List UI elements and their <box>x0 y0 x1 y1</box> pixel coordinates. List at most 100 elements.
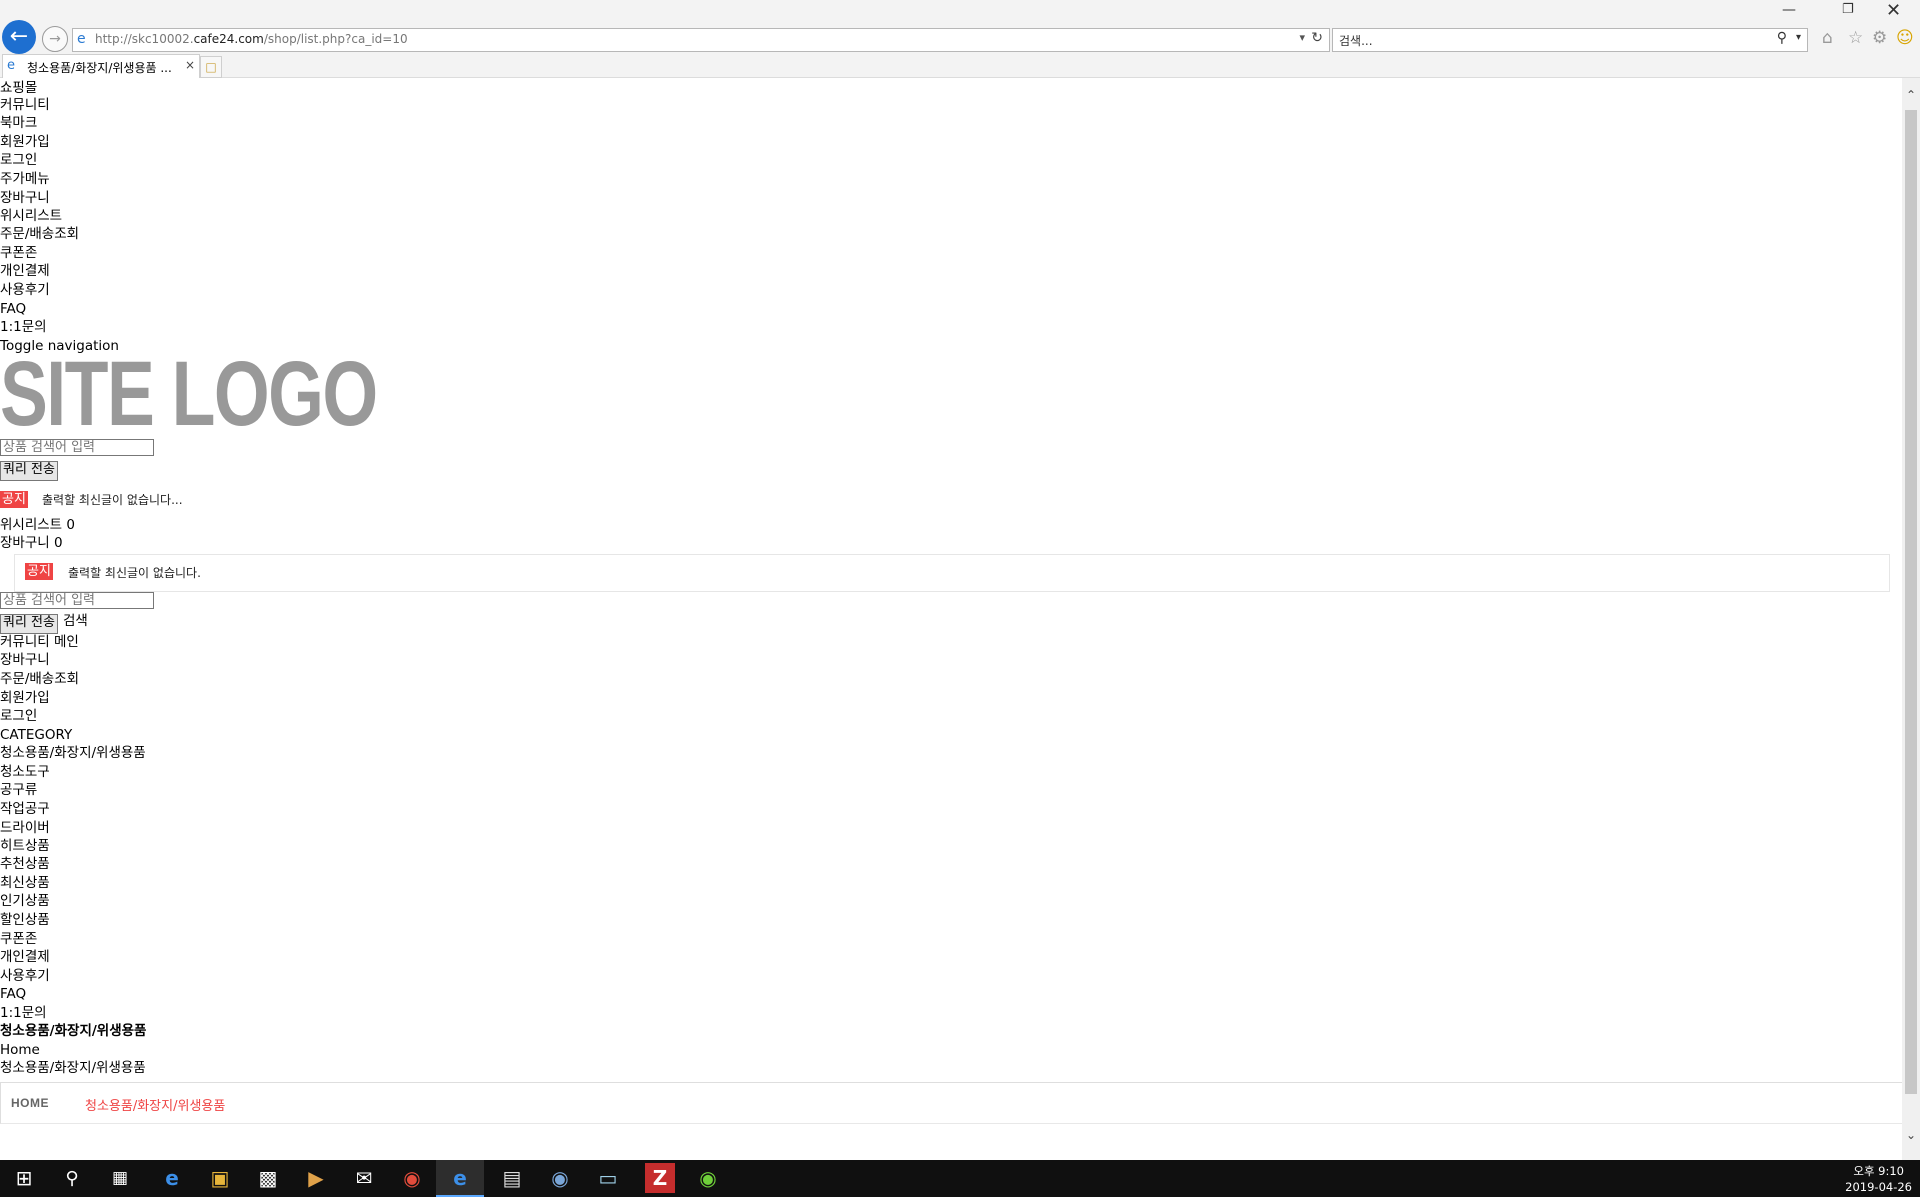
browser-tab-active[interactable]: e 청소용품/화장지/위생용품 ... × <box>2 54 200 78</box>
notice-badge: 공지 <box>0 491 28 508</box>
ie-page-icon: e <box>77 31 86 47</box>
terminal-icon[interactable]: ▤ <box>488 1160 536 1197</box>
top-menu-faq[interactable]: FAQ <box>0 301 26 318</box>
refresh-icon[interactable]: ↻ <box>1311 30 1323 46</box>
current-category-link[interactable]: 청소용품/화장지/위생용품 <box>0 1060 146 1077</box>
search-dropdown-icon[interactable]: ▾ <box>1796 32 1801 43</box>
search-input-2[interactable] <box>0 592 154 609</box>
notice-box <box>14 554 1890 592</box>
scroll-up-icon[interactable]: ⌃ <box>1902 88 1920 102</box>
windows-taskbar: ⊞ ⚲ ▦ e ▣ ▩ ▶ ✉ ◉ e ▤ ◉ ▭ Z ◉ 오후 9:10 20… <box>0 1160 1920 1197</box>
top-menu-cart[interactable]: 장바구니 <box>0 190 50 207</box>
address-url[interactable]: http://skc10002.cafe24.com/shop/list.php… <box>95 32 408 46</box>
category-heading: CATEGORY <box>0 727 73 743</box>
forward-arrow-icon[interactable]: → <box>42 26 68 52</box>
favorites-star-icon[interactable]: ☆ <box>1848 28 1863 48</box>
app-icon[interactable]: ◉ <box>536 1160 584 1197</box>
category-item[interactable]: 청소도구 <box>0 764 50 781</box>
top-menu-shoppingmall[interactable]: 쇼핑몰 <box>0 80 37 97</box>
back-arrow-icon[interactable]: ← <box>2 20 36 54</box>
top-menu-extra[interactable]: 주가메뉴 <box>0 171 50 188</box>
category-item[interactable]: 공구류 <box>0 782 37 799</box>
category-item[interactable]: 히트상품 <box>0 838 50 855</box>
category-item[interactable]: 개인결제 <box>0 949 50 966</box>
page-title: 청소용품/화장지/위생용품 <box>0 1023 147 1039</box>
smiley-feedback-icon[interactable]: ☺ <box>1896 28 1914 48</box>
page-viewport: 쇼핑몰 커뮤니티 북마크 회원가입 로그인 주가메뉴 장바구니 위시리스트 주문… <box>0 78 1902 1160</box>
category-item[interactable]: FAQ <box>0 986 26 1003</box>
site-logo[interactable]: SITE LOGO <box>0 348 378 440</box>
window-restore-icon[interactable]: ❐ <box>1842 2 1854 17</box>
browser-chrome: ← → e http://skc10002.cafe24.com/shop/li… <box>0 0 1920 78</box>
task-view-icon[interactable]: ▦ <box>96 1160 144 1197</box>
filezilla-icon[interactable]: Z <box>645 1163 675 1193</box>
search-label: 검색 <box>63 613 88 629</box>
mobile-menu-order-tracking[interactable]: 주문/배송조회 <box>0 671 79 688</box>
breadcrumb-home[interactable]: HOME <box>11 1096 49 1110</box>
search-submit-button[interactable]: 쿼리 전송 <box>0 461 58 481</box>
category-item[interactable]: 추천상품 <box>0 856 50 873</box>
mobile-menu-login[interactable]: 로그인 <box>0 708 37 725</box>
browser-search-placeholder: 검색... <box>1339 34 1373 48</box>
search-icon[interactable]: ⚲ <box>1777 30 1787 46</box>
home-icon[interactable]: ⌂ <box>1822 28 1833 48</box>
notice-latest-text-2[interactable]: 출력할 최신글이 없습니다. <box>68 564 201 581</box>
address-bar[interactable]: e http://skc10002.cafe24.com/shop/list.p… <box>72 28 1330 52</box>
category-item[interactable]: 작업공구 <box>0 801 50 818</box>
cart-count[interactable]: 장바구니 0 <box>0 535 63 552</box>
media-player-icon[interactable]: ▶ <box>292 1160 340 1197</box>
notice-latest-text[interactable]: 출력할 최신글이 없습니다... <box>42 491 183 508</box>
top-menu-order-tracking[interactable]: 주문/배송조회 <box>0 226 79 243</box>
category-item[interactable]: 드라이버 <box>0 820 50 837</box>
scroll-down-icon[interactable]: ⌄ <box>1902 1128 1920 1142</box>
top-menu-wishlist[interactable]: 위시리스트 <box>0 208 62 225</box>
top-menu-coupon[interactable]: 쿠폰존 <box>0 245 37 262</box>
gear-icon[interactable]: ⚙ <box>1872 28 1887 48</box>
window-minimize-icon[interactable]: — <box>1782 2 1796 18</box>
top-menu-bookmark[interactable]: 북마크 <box>0 115 37 132</box>
search-submit-button-2[interactable]: 쿼리 전송 <box>0 614 58 634</box>
top-menu-personal-payment[interactable]: 개인결제 <box>0 263 50 280</box>
tab-title: 청소용품/화장지/위생용품 ... <box>27 61 172 75</box>
tab-close-icon[interactable]: × <box>185 58 195 72</box>
breadcrumb-current[interactable]: 청소용품/화장지/위생용품 <box>85 1095 225 1114</box>
edge-icon[interactable]: e <box>148 1160 196 1197</box>
address-dropdown-icon[interactable]: ▾ <box>1299 31 1305 44</box>
category-item[interactable]: 최신상품 <box>0 875 50 892</box>
scrollbar-thumb[interactable] <box>1905 110 1917 1094</box>
category-item[interactable]: 청소용품/화장지/위생용품 <box>0 745 146 762</box>
category-item[interactable]: 인기상품 <box>0 893 50 910</box>
utorrent-icon[interactable]: ◉ <box>684 1160 732 1197</box>
chrome-icon[interactable]: ◉ <box>388 1160 436 1197</box>
mobile-menu-signup[interactable]: 회원가입 <box>0 690 50 707</box>
top-menu-login[interactable]: 로그인 <box>0 152 37 169</box>
taskbar-search-icon[interactable]: ⚲ <box>48 1160 96 1197</box>
wishlist-count[interactable]: 위시리스트 0 <box>0 517 75 534</box>
window-close-icon[interactable]: ✕ <box>1886 0 1901 21</box>
notepad-icon[interactable]: ▭ <box>584 1160 632 1197</box>
mail-icon[interactable]: ✉ <box>340 1160 388 1197</box>
top-menu-signup[interactable]: 회원가입 <box>0 134 50 151</box>
home-link[interactable]: Home <box>0 1042 40 1059</box>
breadcrumb: HOME 청소용품/화장지/위생용품 <box>0 1082 1902 1124</box>
search-input[interactable] <box>0 439 154 456</box>
windows-start-icon[interactable]: ⊞ <box>0 1160 48 1197</box>
notice-badge-2: 공지 <box>25 563 53 580</box>
category-item[interactable]: 할인상품 <box>0 912 50 929</box>
ie-tab-icon: e <box>7 58 15 73</box>
internet-explorer-icon[interactable]: e <box>436 1160 484 1197</box>
store-icon[interactable]: ▩ <box>244 1160 292 1197</box>
top-menu-reviews[interactable]: 사용후기 <box>0 282 50 299</box>
file-explorer-icon[interactable]: ▣ <box>196 1160 244 1197</box>
clock-date[interactable]: 2019-04-26 <box>1845 1180 1912 1194</box>
clock-time[interactable]: 오후 9:10 <box>1853 1163 1904 1179</box>
category-item[interactable]: 쿠폰존 <box>0 931 37 948</box>
mobile-menu-cart[interactable]: 장바구니 <box>0 652 50 669</box>
top-menu-community[interactable]: 커뮤니티 <box>0 97 50 114</box>
mobile-menu-community-main[interactable]: 커뮤니티 메인 <box>0 634 79 651</box>
new-tab-icon[interactable]: □ <box>200 56 222 78</box>
top-menu-inquiry[interactable]: 1:1문의 <box>0 319 47 336</box>
category-item[interactable]: 1:1문의 <box>0 1005 47 1022</box>
browser-search-box[interactable]: 검색... ⚲ ▾ <box>1332 28 1808 52</box>
category-item[interactable]: 사용후기 <box>0 968 50 985</box>
